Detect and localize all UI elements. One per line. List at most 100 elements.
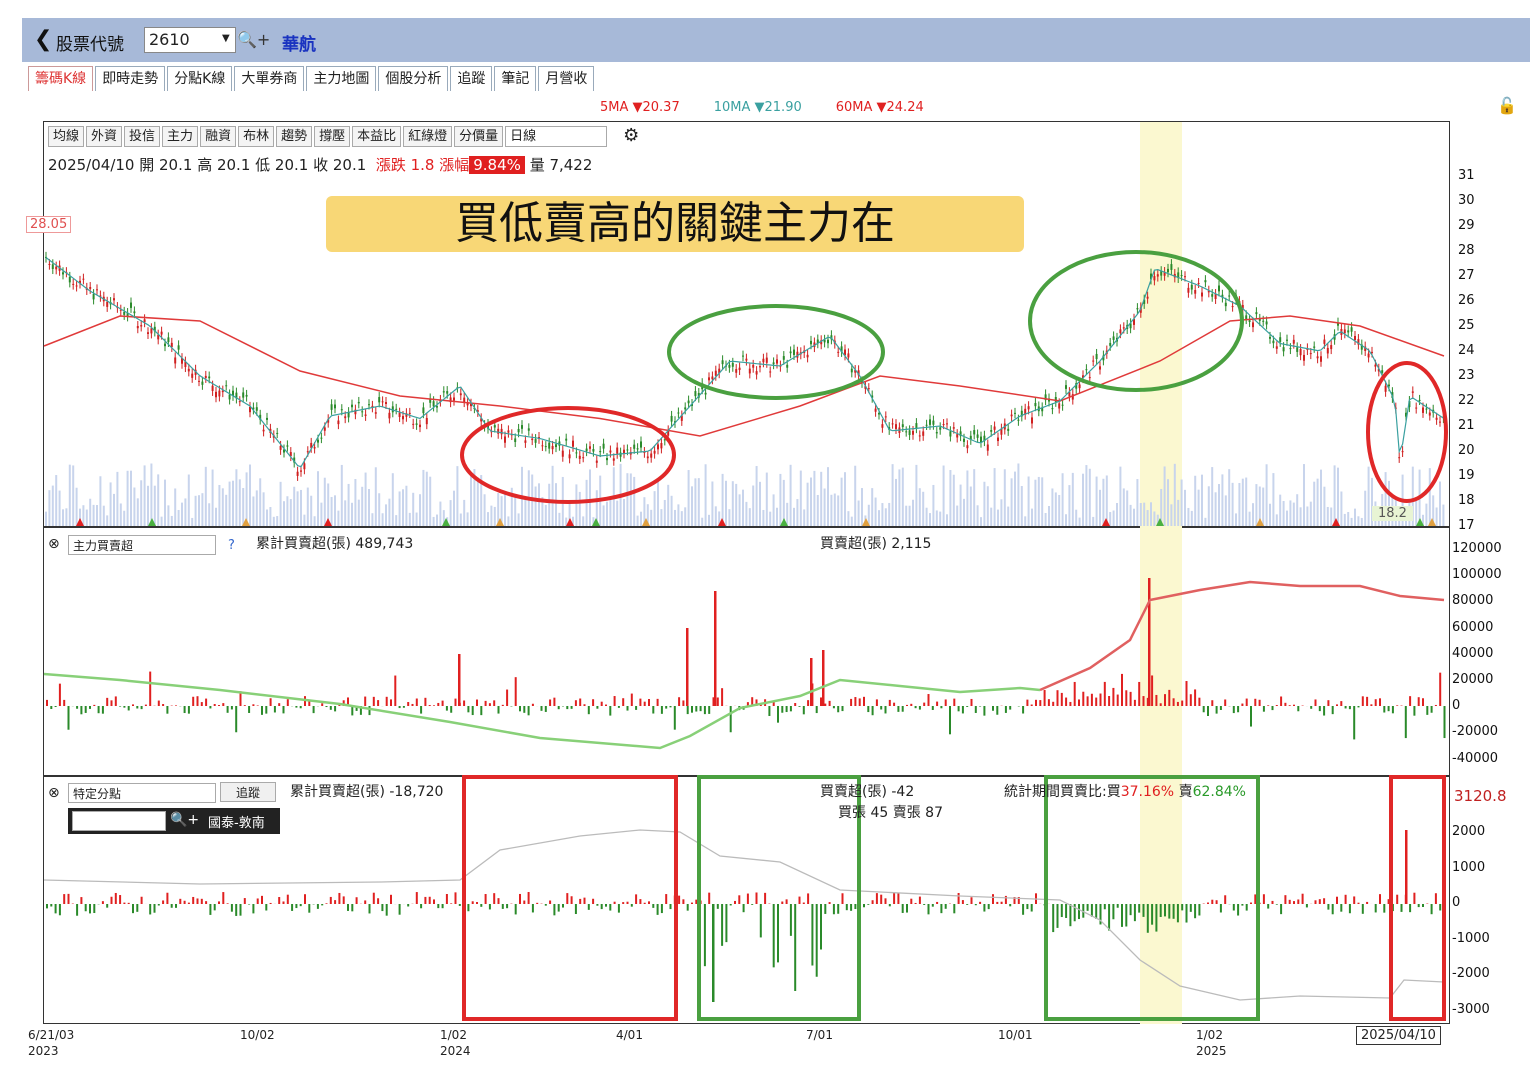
broker-bar	[686, 904, 689, 911]
volume-bar	[136, 498, 139, 526]
volume-bar	[1180, 479, 1183, 526]
candle-body	[646, 456, 649, 459]
candle-body	[1153, 276, 1156, 281]
volume-bar	[963, 498, 965, 526]
mainforce-bar	[501, 704, 504, 706]
btn-support[interactable]: 撐壓	[314, 126, 351, 147]
volume-bar	[949, 470, 952, 526]
volume-bar	[313, 516, 316, 526]
candle-body	[806, 354, 809, 358]
mainforce-bar	[54, 706, 57, 708]
volume-bar	[116, 471, 119, 526]
volume-bar	[1027, 476, 1030, 526]
volume-bar	[334, 495, 336, 526]
candle-body	[1017, 419, 1020, 421]
btn-price-volume[interactable]: 分價量	[454, 126, 504, 147]
price-axis-tick: 29	[1458, 218, 1475, 233]
year-label: 2023	[28, 1044, 59, 1058]
candle-body	[1418, 399, 1421, 401]
volume-bar	[102, 505, 105, 526]
mainforce-bar	[673, 706, 676, 730]
candle-body	[378, 397, 381, 403]
gear-icon[interactable]: ⚙	[623, 126, 639, 147]
mainforce-bar	[1073, 681, 1076, 706]
search-icon[interactable]: 🔍+	[170, 812, 199, 828]
candle-body	[708, 377, 710, 381]
candle-body	[174, 357, 177, 364]
broker-bar	[867, 904, 870, 905]
candle-body	[1248, 320, 1251, 322]
broker-bar	[1340, 904, 1343, 912]
broker-type-select[interactable]: 特定分點	[68, 783, 216, 803]
candle-body	[1224, 302, 1227, 307]
broker-bar	[850, 904, 853, 911]
date-label: 7/01	[806, 1028, 833, 1042]
volume-bar	[905, 505, 908, 526]
close-icon[interactable]: ⊗	[48, 536, 60, 552]
track-button[interactable]: 追蹤	[220, 782, 276, 802]
candle-body	[1085, 369, 1088, 371]
candle-body	[1228, 295, 1231, 297]
btn-foreign[interactable]: 外資	[86, 126, 123, 147]
mainforce-bar	[1374, 699, 1377, 706]
volume-bar	[1061, 473, 1064, 526]
mainforce-bar	[940, 706, 943, 709]
volume-bar	[728, 509, 731, 526]
candle-body	[211, 385, 214, 391]
broker-bar	[428, 896, 431, 904]
volume-bar	[1075, 509, 1078, 526]
mainforce-bar	[261, 706, 263, 715]
btn-mainforce[interactable]: 主力	[162, 126, 199, 147]
broker-bar	[643, 902, 646, 904]
btn-trend[interactable]: 趨勢	[276, 126, 313, 147]
candle-body	[565, 438, 568, 441]
btn-traffic[interactable]: 紅綠燈	[403, 126, 453, 147]
volume-bar	[1194, 475, 1197, 526]
broker-axis-tick: -2000	[1452, 966, 1490, 981]
volume-bar	[1360, 517, 1363, 526]
mainforce-bar	[875, 699, 878, 706]
candle-body	[993, 426, 996, 430]
broker-code-input[interactable]: 8888	[72, 811, 166, 831]
candle-body	[1275, 346, 1278, 349]
broker-bar	[970, 897, 973, 904]
btn-ma[interactable]: 均線	[48, 126, 85, 147]
volume-bar	[405, 485, 408, 526]
candle-body	[1299, 349, 1302, 356]
mainforce-bar	[1211, 700, 1214, 706]
volume-bar	[980, 517, 982, 526]
btn-bollinger[interactable]: 布林	[238, 126, 275, 147]
broker-bar	[467, 904, 470, 912]
red-box-1	[462, 775, 678, 1021]
btn-margin[interactable]: 融資	[200, 126, 237, 147]
period-select[interactable]: 日線	[505, 126, 608, 147]
volume-bar	[459, 513, 462, 526]
volume-bar	[68, 464, 71, 526]
mainforce-bar	[716, 697, 719, 706]
volume-bar	[1299, 507, 1302, 526]
volume-bar	[1442, 504, 1445, 526]
volume-bar	[636, 515, 639, 526]
candle-body	[463, 397, 466, 403]
broker-bar	[1271, 900, 1274, 904]
broker-bar	[652, 904, 655, 908]
price-axis-tick: 22	[1458, 393, 1475, 408]
candle-body	[344, 416, 347, 419]
candle-body	[160, 331, 163, 335]
help-icon[interactable]: ?	[228, 538, 235, 553]
candle-body	[657, 444, 659, 450]
volume-bar	[266, 509, 268, 526]
close-icon[interactable]: ⊗	[48, 785, 60, 801]
candle-body	[908, 430, 911, 436]
btn-trust[interactable]: 投信	[124, 126, 161, 147]
candle-body	[493, 425, 496, 428]
broker-bar	[1181, 904, 1184, 911]
btn-pe[interactable]: 本益比	[352, 126, 402, 147]
candle-body	[1439, 421, 1441, 423]
candle-body	[922, 431, 925, 436]
mainforce-select[interactable]: 主力買賣超	[68, 535, 216, 555]
candle-body	[1211, 294, 1214, 297]
volume-bar	[432, 516, 435, 526]
volume-bar	[1007, 506, 1010, 526]
volume-bar	[466, 512, 469, 526]
